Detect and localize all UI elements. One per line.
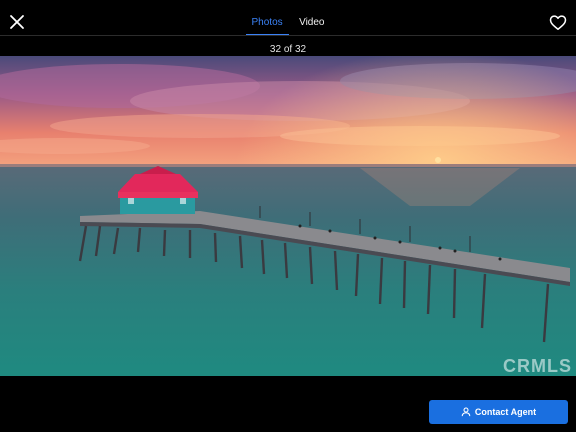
tab-video[interactable]: Video: [293, 0, 330, 36]
listing-photo[interactable]: [0, 56, 576, 376]
tab-photos[interactable]: Photos: [245, 0, 289, 36]
heart-icon[interactable]: [549, 14, 567, 31]
photo-counter: 32 of 32: [269, 44, 307, 55]
tab-divider: [0, 35, 576, 36]
watermark: CRMLS: [503, 356, 572, 376]
user-icon: [461, 407, 471, 417]
media-tabs: Photos Video: [0, 0, 576, 36]
contact-agent-button[interactable]: Contact Agent: [429, 400, 568, 424]
top-bar: Photos Video: [0, 0, 576, 44]
contact-agent-label: Contact Agent: [474, 407, 537, 417]
